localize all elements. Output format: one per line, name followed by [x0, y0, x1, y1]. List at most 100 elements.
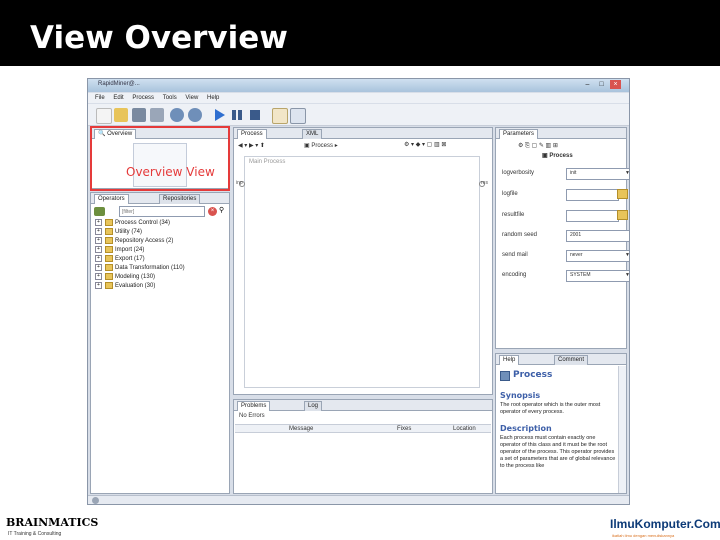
param-random-seed-input[interactable]: 2001: [566, 230, 629, 242]
tab-repositories[interactable]: Repositories: [159, 194, 201, 204]
tree-item-label: Export (17): [115, 256, 145, 263]
wizard-icon[interactable]: [272, 108, 288, 124]
expand-icon: +: [95, 219, 102, 226]
brainmatics-logo: BRAINMATICS: [6, 516, 99, 529]
help-tabstrip: Help Comment: [496, 354, 626, 365]
menu-tools[interactable]: Tools: [163, 95, 177, 101]
operator-search-input[interactable]: [119, 206, 205, 217]
minimize-button[interactable]: –: [582, 80, 593, 89]
menu-bar: File Edit Process Tools View Help: [88, 93, 629, 103]
process-canvas[interactable]: Main Process: [239, 156, 485, 388]
param-resultfile-input[interactable]: [566, 210, 619, 222]
operators-panel: Operators Repositories × ⚲ + Process Cont…: [90, 192, 230, 494]
help-scrollbar[interactable]: [618, 366, 626, 493]
perspective-icon[interactable]: [290, 108, 306, 124]
tree-item-label: Data Transformation (110): [115, 265, 185, 272]
menu-help[interactable]: Help: [207, 95, 219, 101]
synopsis-text: The root operator which is the outer mos…: [500, 402, 601, 415]
param-encoding-select[interactable]: SYSTEM ▼: [566, 270, 630, 282]
tab-problems[interactable]: Problems: [237, 401, 271, 411]
toolbar: [88, 104, 629, 126]
process-tabstrip: Process XML: [234, 128, 492, 139]
help-panel: Help Comment Process Synopsis The root o…: [495, 353, 627, 494]
canvas-label: Main Process: [249, 159, 286, 165]
undo-icon[interactable]: [170, 108, 184, 122]
tab-xml[interactable]: XML: [302, 129, 323, 139]
brainmatics-tagline: IT Training & Consulting: [8, 531, 62, 537]
run-icon[interactable]: [212, 108, 226, 122]
new-building-block-icon[interactable]: [94, 207, 105, 216]
tab-log[interactable]: Log: [304, 401, 323, 411]
overview-annotation: Overview View: [126, 165, 215, 179]
menu-edit[interactable]: Edit: [113, 95, 123, 101]
clear-search-icon[interactable]: ×: [208, 207, 217, 216]
column-message[interactable]: Message: [289, 426, 313, 432]
tree-item-process-control[interactable]: + Process Control (34): [95, 219, 170, 226]
folder-icon: [105, 264, 113, 271]
tree-item-export[interactable]: + Export (17): [95, 255, 145, 262]
parameter-tools-icons[interactable]: ⚙ ⎘ ▢ ✎ ▥ ⊞: [518, 142, 558, 150]
status-bar: [88, 495, 629, 504]
window-title: RapidMiner@...: [98, 81, 140, 87]
tree-item-utility[interactable]: + Utility (74): [95, 228, 142, 235]
close-button[interactable]: ×: [610, 80, 621, 89]
folder-icon: [105, 255, 113, 262]
tree-item-label: Import (24): [115, 247, 145, 254]
tab-comment[interactable]: Comment: [554, 355, 589, 365]
new-icon[interactable]: [96, 108, 112, 124]
folder-icon[interactable]: [617, 210, 628, 220]
chevron-down-icon: ▼: [625, 252, 630, 258]
param-send-mail-select[interactable]: never ▼: [566, 250, 630, 262]
pause-icon[interactable]: [230, 108, 244, 122]
tree-item-evaluation[interactable]: + Evaluation (30): [95, 282, 155, 289]
back-icon[interactable]: ◀ ▾ ▶ ▾ ⬆: [238, 142, 265, 149]
slide-title: View Overview: [30, 20, 288, 56]
save-as-icon[interactable]: [150, 108, 164, 122]
tree-item-label: Evaluation (30): [115, 283, 156, 290]
stop-icon[interactable]: [248, 108, 262, 122]
ilmukomputer-tagline: ikatlah ilmu dengan menuliskannya: [612, 533, 675, 538]
ilmukomputer-logo: IlmuKomputer.Com: [610, 517, 720, 531]
parameters-tabstrip: Parameters: [496, 128, 626, 139]
column-location[interactable]: Location: [453, 426, 476, 432]
tree-item-repository-access[interactable]: + Repository Access (2): [95, 237, 173, 244]
description-heading: Description: [500, 424, 552, 433]
expand-icon: +: [95, 255, 102, 262]
window-titlebar: RapidMiner@... – □ ×: [88, 79, 629, 92]
tab-operators[interactable]: Operators: [94, 194, 129, 204]
folder-icon: [105, 246, 113, 253]
menu-view[interactable]: View: [185, 95, 198, 101]
tab-parameters[interactable]: Parameters: [499, 129, 539, 139]
maximize-button[interactable]: □: [596, 80, 607, 89]
chevron-down-icon: ▼: [625, 272, 630, 278]
open-icon[interactable]: [114, 108, 128, 122]
problems-tabstrip: Problems Log: [234, 400, 492, 411]
tree-item-data-transformation[interactable]: + Data Transformation (110): [95, 264, 185, 271]
param-label-encoding: encoding: [502, 272, 527, 278]
output-port-label: res: [481, 180, 488, 186]
tree-item-modeling[interactable]: + Modeling (130): [95, 273, 155, 280]
tab-help[interactable]: Help: [499, 355, 520, 365]
param-label-logverbosity: logverbosity: [502, 170, 535, 176]
expand-icon: +: [95, 282, 102, 289]
folder-icon[interactable]: [617, 189, 628, 199]
menu-file[interactable]: File: [95, 95, 105, 101]
menu-process[interactable]: Process: [132, 95, 154, 101]
breadcrumb[interactable]: ▣ Process ▸: [304, 142, 338, 149]
tab-process[interactable]: Process: [237, 129, 267, 139]
search-icon[interactable]: ⚲: [219, 206, 228, 216]
process-tools-icons[interactable]: ⚙ ▾ ◆ ▾ ▢ ▥ ⊠: [404, 141, 446, 148]
folder-icon: [105, 219, 113, 226]
param-logverbosity-select[interactable]: init ▼: [566, 168, 629, 180]
operators-tabstrip: Operators Repositories: [91, 193, 229, 204]
folder-icon: [105, 282, 113, 289]
parameters-panel: Parameters ⚙ ⎘ ▢ ✎ ▥ ⊞ ▣ Process logverb…: [495, 127, 630, 349]
tree-item-import[interactable]: + Import (24): [95, 246, 144, 253]
expand-icon: +: [95, 246, 102, 253]
synopsis-heading: Synopsis: [500, 391, 541, 400]
tree-item-label: Process Control (34): [115, 220, 171, 227]
redo-icon[interactable]: [188, 108, 202, 122]
column-fixes[interactable]: Fixes: [397, 426, 411, 432]
param-logfile-input[interactable]: [566, 189, 619, 201]
save-icon[interactable]: [132, 108, 146, 122]
